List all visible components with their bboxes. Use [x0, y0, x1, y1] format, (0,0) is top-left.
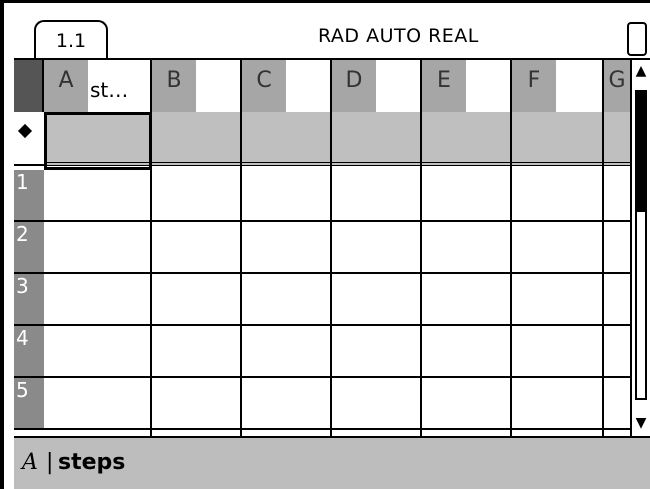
row-header-3[interactable]: 3 [14, 274, 44, 326]
scroll-track[interactable] [635, 210, 647, 400]
column-header-e[interactable]: E [422, 60, 512, 112]
scroll-down-icon[interactable]: ▼ [634, 416, 648, 430]
column-header-g[interactable]: G [604, 60, 630, 112]
page-tab-label: 1.1 [55, 30, 87, 52]
column-header-f[interactable]: F [512, 60, 604, 112]
diamond-icon [17, 123, 33, 139]
column-letter: D [332, 60, 376, 112]
entry-value[interactable]: steps [58, 450, 125, 475]
vertical-scrollbar[interactable]: ▲ ▼ [630, 60, 650, 436]
scroll-up-icon[interactable]: ▲ [634, 64, 648, 78]
corner-cell[interactable] [14, 60, 44, 112]
column-letter: E [422, 60, 466, 112]
status-bar: 1.1 RAD AUTO REAL [0, 0, 650, 489]
row-header-5[interactable]: 5 [14, 378, 44, 430]
column-letter: B [152, 60, 196, 112]
column-letter: A [44, 60, 88, 112]
grid-line [44, 376, 650, 378]
column-letter: G [604, 60, 630, 112]
entry-separator: | [46, 450, 54, 475]
column-letter: F [512, 60, 556, 112]
top-border [0, 0, 650, 3]
column-header-b[interactable]: B [152, 60, 242, 112]
column-name: st… [90, 78, 129, 102]
grid-line [420, 60, 422, 436]
grid-line [44, 220, 650, 222]
row-header-4[interactable]: 4 [14, 326, 44, 378]
mode-indicator: RAD AUTO REAL [318, 25, 479, 47]
scroll-thumb[interactable] [635, 90, 647, 210]
grid-line [44, 428, 650, 430]
grid-line [602, 60, 604, 436]
grid-line [44, 272, 650, 274]
grid-line [510, 60, 512, 436]
page-tab[interactable]: 1.1 [34, 20, 108, 60]
grid-line [44, 324, 650, 326]
selected-cell-a-formula[interactable] [44, 112, 152, 170]
formula-row-header[interactable] [14, 112, 44, 166]
entry-line[interactable]: A | steps [14, 436, 650, 489]
row-header-1[interactable]: 1 [14, 170, 44, 222]
battery-icon [627, 22, 647, 56]
left-border [0, 0, 4, 489]
grid-line [330, 60, 332, 436]
column-letter: C [242, 60, 286, 112]
row-header-2[interactable]: 2 [14, 222, 44, 274]
cell-reference: A [22, 450, 38, 475]
column-header-d[interactable]: D [332, 60, 422, 112]
column-header-a[interactable]: A st… [44, 60, 152, 112]
column-header-c[interactable]: C [242, 60, 332, 112]
spreadsheet[interactable]: A st… B C D E F G 1 2 3 4 5 ▲ ▼ [14, 60, 650, 436]
grid-line [240, 60, 242, 436]
